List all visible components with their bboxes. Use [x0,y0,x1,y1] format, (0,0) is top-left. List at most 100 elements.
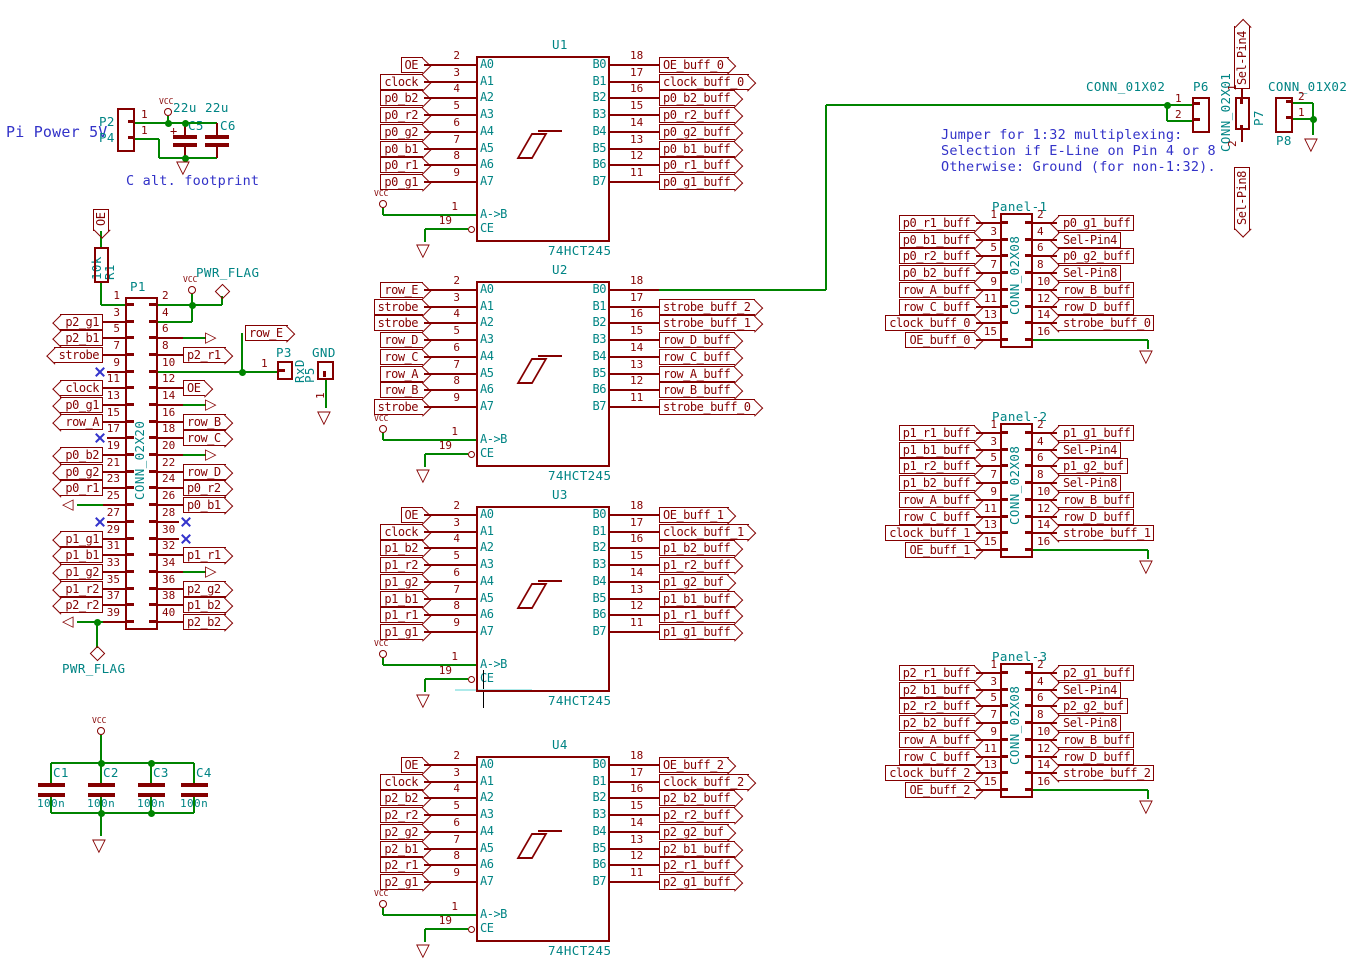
net-label[interactable]: row_B [380,382,423,398]
net-label[interactable]: clock_buff_1 [885,525,975,541]
net-label[interactable]: OE_buff_0 [905,332,975,348]
net-label[interactable]: p2_r1 [183,347,226,363]
net-label[interactable]: p2_b2_buff [659,790,735,806]
net-label[interactable]: p0_g2 [60,464,103,480]
net-label[interactable]: strobe [54,347,103,363]
net-label[interactable]: p2_g1_buff [659,874,735,890]
net-label[interactable]: Sel-Pin8 [1058,475,1121,491]
net-label[interactable]: p0_g1 [380,174,423,190]
net-label[interactable]: clock_buff_0 [885,315,975,331]
capacitor-plate[interactable] [88,783,115,787]
net-label[interactable]: strobe_buff_1 [659,315,755,331]
net-label[interactable]: Sel-Pin8 [1058,715,1121,731]
capacitor-plate[interactable] [138,793,165,797]
net-label[interactable]: p1_g2_buf [1058,458,1128,474]
net-label[interactable]: strobe [374,399,423,415]
net-label[interactable]: p0_b1 [183,497,226,513]
net-label[interactable]: strobe_buff_0 [1058,315,1154,331]
connector-panel-2[interactable] [1000,423,1033,558]
net-label[interactable]: OE_buff_1 [659,507,729,523]
connector-panel-3[interactable] [1000,663,1033,798]
net-label[interactable]: clock [380,524,423,540]
gnd-symbol[interactable]: ▽ [176,159,190,177]
net-label[interactable]: p1_b1 [380,591,423,607]
net-label[interactable]: strobe_buff_0 [659,399,755,415]
net-label[interactable]: row_A_buff [899,732,975,748]
net-label[interactable]: p1_g1_buff [659,624,735,640]
net-label[interactable]: p2_g2 [183,581,226,597]
net-label[interactable]: p0_b2_buff [659,90,735,106]
empty-label-arrow[interactable]: ▷ [205,447,217,462]
net-label[interactable]: p1_b2_buff [899,475,975,491]
net-label[interactable]: row_D_buff [1058,509,1134,525]
net-label[interactable]: p1_b1_buff [659,591,735,607]
net-label[interactable]: OE [401,757,423,773]
net-label[interactable]: p2_b2 [380,790,423,806]
gnd-symbol[interactable]: ▽ [92,837,106,855]
net-label[interactable]: p2_b2_buff [899,715,975,731]
ic-u3[interactable] [476,506,610,692]
net-label[interactable]: p0_r1_buff [899,215,975,231]
net-label[interactable]: p2_r2_buff [659,807,735,823]
net-label[interactable]: row_C [183,430,226,446]
net-label[interactable]: row_C_buff [899,299,975,315]
vcc-symbol[interactable] [379,425,387,433]
net-label[interactable]: p0_b1_buff [659,141,735,157]
capacitor-plate[interactable] [38,793,65,797]
vcc-symbol[interactable] [164,108,172,116]
net-label[interactable]: p2_r1_buff [659,857,735,873]
net-label[interactable]: row_A_buff [659,366,735,382]
net-label[interactable]: OE_buff_1 [905,542,975,558]
net-label[interactable]: p2_g2_buf [659,824,729,840]
net-label[interactable]: p0_r2 [380,107,423,123]
net-label[interactable]: p2_g1_buff [1058,665,1134,681]
net-label[interactable]: p1_b2 [183,597,226,613]
net-label-oe-vertical[interactable]: OE [93,209,109,231]
net-label[interactable]: strobe_buff_1 [1058,525,1154,541]
net-label[interactable]: p2_g2_buf [1058,698,1128,714]
net-label[interactable]: clock [380,774,423,790]
gnd-symbol[interactable]: ▽ [317,409,331,427]
net-label[interactable]: p2_r2 [380,807,423,823]
ic-u2[interactable] [476,281,610,467]
vcc-symbol[interactable] [97,727,105,735]
gnd-symbol[interactable]: ▽ [416,692,430,710]
net-label[interactable]: p0_r2_buff [899,248,975,264]
vcc-symbol[interactable] [379,650,387,658]
net-label[interactable]: OE [183,380,205,396]
net-label[interactable]: OE_buff_2 [659,757,729,773]
net-label[interactable]: clock_buff_2 [885,765,975,781]
net-label[interactable]: p0_g1_buff [1058,215,1134,231]
net-label[interactable]: p1_g2 [380,574,423,590]
net-label[interactable]: p1_r1_buff [659,607,735,623]
capacitor-plate[interactable] [138,783,165,787]
net-label[interactable]: p1_b2_buff [659,540,735,556]
net-label[interactable]: row_B [183,414,226,430]
capacitor-plate[interactable] [205,143,229,147]
vcc-symbol[interactable] [188,286,196,294]
net-label[interactable]: row_E [380,282,423,298]
ic-u4[interactable] [476,756,610,942]
net-label[interactable]: p2_b1 [60,330,103,346]
net-label[interactable]: p1_r1 [380,607,423,623]
net-label[interactable]: strobe_buff_2 [1058,765,1154,781]
net-label[interactable]: p1_r2_buff [659,557,735,573]
connector-p1[interactable] [125,297,158,630]
net-label[interactable]: row_A [60,414,103,430]
gnd-symbol[interactable]: ▽ [1139,798,1153,816]
net-label[interactable]: p2_g1 [380,874,423,890]
net-label[interactable]: row_D [380,332,423,348]
net-label[interactable]: clock_buff_0 [659,74,749,90]
connector-panel-1[interactable] [1000,213,1033,348]
empty-label-arrow[interactable]: ◁ [62,497,74,512]
net-label[interactable]: p0_g2 [380,124,423,140]
net-label[interactable]: row_B_buff [1058,282,1134,298]
gnd-symbol[interactable]: ▽ [416,242,430,260]
net-label[interactable]: p1_g1 [380,624,423,640]
net-label[interactable]: OE_buff_2 [905,782,975,798]
net-label[interactable]: p1_b1_buff [899,442,975,458]
net-label[interactable]: p1_r2 [60,581,103,597]
net-label[interactable]: p0_r2_buff [659,107,735,123]
net-label[interactable]: p1_r1 [183,547,226,563]
net-label[interactable]: row_D_buff [1058,299,1134,315]
